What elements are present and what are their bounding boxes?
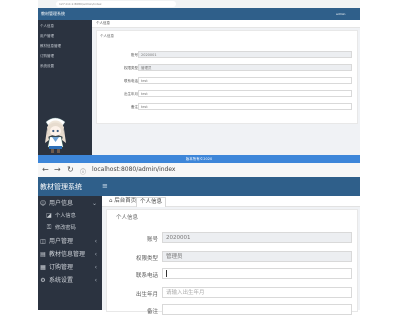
chevron-left-icon: ‹ <box>94 251 97 258</box>
account-field[interactable]: 2020001 <box>162 232 352 243</box>
menu-toggle-icon[interactable]: ≡ <box>102 182 112 190</box>
anime-girl-illustration <box>45 117 66 153</box>
chevron-left-icon: ‹ <box>94 264 97 271</box>
field-label-role: 权限类型 <box>135 256 158 262</box>
field-label-note: 备注 <box>146 309 158 315</box>
chevron-left-icon: ‹ <box>94 238 97 245</box>
sidebar-item-label: 用户管理 <box>49 238 74 245</box>
top-url-bar[interactable]: 127.0.0.1:8080/admin/index <box>56 1 176 7</box>
back-icon[interactable]: ← <box>42 165 49 174</box>
top-field-label: 联系电话 <box>124 79 138 83</box>
chevron-down-icon: ⌄ <box>91 200 97 207</box>
top-admin-menu[interactable]: admin <box>336 10 345 18</box>
top-field-label: 备注 <box>131 105 138 109</box>
tab-home[interactable]: ⌂ 后台首页 <box>106 197 139 206</box>
user-icon: ☺ <box>39 200 47 207</box>
phone-field[interactable] <box>162 268 352 279</box>
sidebar-item-personal[interactable]: ◪ 个人信息 <box>45 210 101 222</box>
top-card-title: 个人信息 <box>100 34 114 38</box>
top-field-input[interactable]: test <box>138 90 352 97</box>
sidebar-item-label: 用户信息 <box>49 200 74 207</box>
chevron-left-icon: ‹ <box>94 277 97 284</box>
sidebar-item-password[interactable]: ⚿ 修改密码 <box>45 222 101 234</box>
text-caret <box>166 270 167 277</box>
tab-personal-info[interactable]: 个人信息 <box>136 197 167 207</box>
top-header <box>38 8 360 20</box>
top-sidebar-item[interactable]: 用户管理 <box>40 34 54 39</box>
cart-icon: ▦ <box>40 264 46 271</box>
sidebar-item-orders[interactable]: ▦ 订购管理 ‹ <box>39 261 101 274</box>
sidebar-item-label: 订购管理 <box>49 264 74 271</box>
info-icon[interactable]: ⓘ <box>80 167 86 176</box>
top-field-input[interactable]: test <box>138 77 352 84</box>
top-field-input[interactable]: test <box>138 103 352 110</box>
top-sidebar-item[interactable]: 订购管理 <box>40 54 54 59</box>
sidebar-item-label: 修改密码 <box>55 225 76 231</box>
field-label-phone: 联系电话 <box>135 273 158 279</box>
bot-card-title: 个人信息 <box>116 215 139 221</box>
id-icon: ◪ <box>46 212 52 219</box>
reload-icon[interactable]: ↻ <box>67 165 74 174</box>
top-field-input[interactable]: 管理员 <box>138 64 352 71</box>
bot-logo: 教材管理系统 <box>40 183 82 191</box>
bot-browser-bar <box>38 163 360 178</box>
sidebar-item-settings[interactable]: ⚙ 系统设置 ‹ <box>39 274 101 287</box>
top-tabs <box>92 20 360 28</box>
bot-header <box>38 177 360 196</box>
sidebar-item-label: 个人信息 <box>55 213 76 219</box>
field-label-account: 账号 <box>146 237 158 243</box>
key-icon: ⚿ <box>46 224 52 231</box>
top-field-label: 权限类型 <box>124 66 138 70</box>
role-field[interactable]: 管理员 <box>162 251 352 262</box>
top-tab-personal[interactable]: 个人信息 <box>96 21 110 26</box>
top-field-label: 账号 <box>131 53 138 57</box>
sidebar-item-user-info[interactable]: ☺ 用户信息 ⌄ <box>39 197 101 210</box>
sidebar-item-users[interactable]: ◫ 用户管理 ‹ <box>39 235 101 248</box>
sidebar-item-label: 系统设置 <box>49 277 74 284</box>
sidebar-item-label: 教材信息管理 <box>49 251 86 258</box>
top-footer: 版本所有©2020 <box>38 155 360 163</box>
top-sidebar-item[interactable]: 系统设置 <box>40 64 54 69</box>
group-icon: ◫ <box>40 238 46 245</box>
top-field-label: 出生年月 <box>124 92 138 96</box>
top-sidebar-item[interactable]: 个人信息 <box>40 24 54 29</box>
book-icon: ▤ <box>40 251 46 258</box>
birth-field[interactable]: 请输入出生年月 <box>162 287 352 298</box>
top-sidebar-item[interactable]: 教材信息管理 <box>40 44 61 49</box>
gear-icon: ⚙ <box>40 277 46 284</box>
top-field-input[interactable]: 2020001 <box>138 51 352 58</box>
bot-url-bar[interactable]: localhost:8080/admin/index <box>92 165 175 175</box>
forward-icon[interactable]: → <box>54 165 61 174</box>
top-logo: 教材管理系统 <box>41 11 65 16</box>
field-label-birth: 出生年月 <box>135 292 158 298</box>
sidebar-item-textbooks[interactable]: ▤ 教材信息管理 ‹ <box>39 248 101 261</box>
